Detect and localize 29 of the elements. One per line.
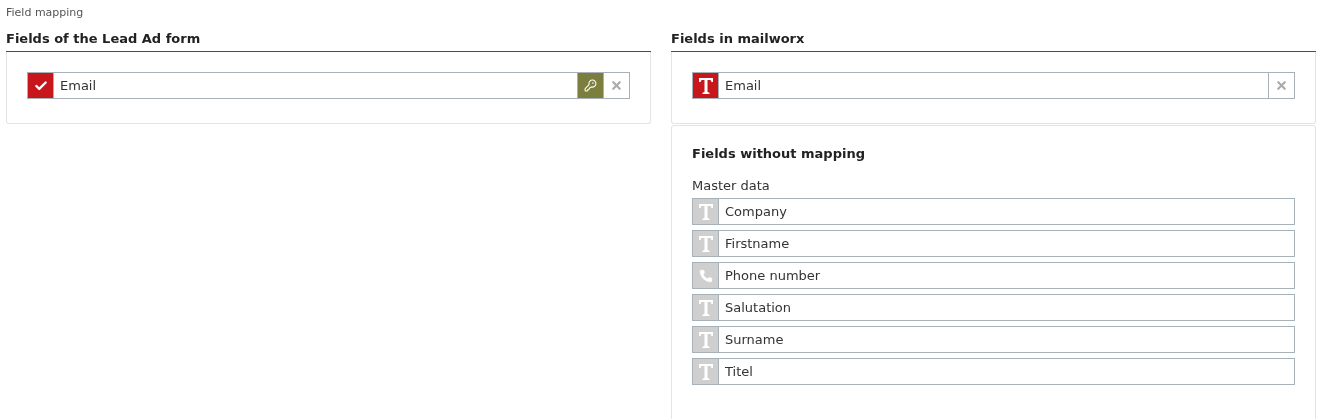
close-icon	[1275, 79, 1288, 92]
field-label: Firstname	[724, 235, 791, 253]
column-heading: Fields in mailworx	[671, 31, 1316, 52]
text-type-icon	[697, 298, 714, 317]
unmapped-field[interactable]: Salutation	[692, 294, 1295, 321]
field-label: Email	[59, 77, 98, 95]
section-title: Field mapping	[6, 6, 85, 19]
field-label: Phone number	[724, 267, 822, 285]
key-button[interactable]	[577, 73, 603, 98]
text-type-icon	[697, 202, 714, 221]
column-heading: Fields of the Lead Ad form	[6, 31, 651, 52]
text-type-icon	[697, 330, 714, 349]
field-label: Titel	[724, 363, 754, 381]
text-type-icon	[697, 234, 714, 253]
field-label: Company	[724, 203, 788, 221]
card-heading: Fields without mapping	[692, 146, 866, 161]
unmapped-field[interactable]: Surname	[692, 326, 1295, 353]
key-icon	[584, 79, 597, 92]
field-label: Salutation	[724, 299, 793, 317]
text-type-icon	[697, 362, 714, 381]
unmapped-field[interactable]: Firstname	[692, 230, 1295, 257]
unmapped-field[interactable]: Titel	[692, 358, 1295, 385]
text-type-icon	[697, 76, 714, 95]
group-label: Master data	[692, 178, 771, 193]
close-icon	[610, 79, 623, 92]
field-label: Email	[724, 77, 763, 95]
unmapped-field[interactable]: Phone number	[692, 262, 1295, 289]
field-label: Surname	[724, 331, 785, 349]
unmapped-field[interactable]: Company	[692, 198, 1295, 225]
